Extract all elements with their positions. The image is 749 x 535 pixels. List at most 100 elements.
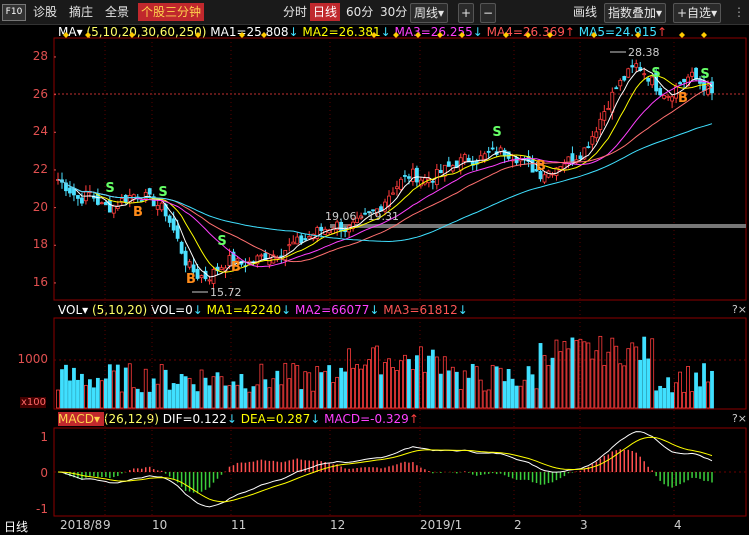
- stock-chart[interactable]: SBSBSBSBSBS28.3815.7219.06 - 19.31: [0, 0, 749, 535]
- candle-body: [622, 76, 627, 81]
- candle-body: [630, 65, 635, 68]
- signal-diamond: [503, 32, 509, 38]
- candle-body: [634, 63, 639, 68]
- volume-bar: [387, 358, 391, 409]
- candle-body: [147, 188, 152, 195]
- candle-body: [295, 236, 300, 245]
- volume-bar: [606, 351, 611, 409]
- volume-bar: [347, 348, 352, 409]
- range-annotation: 19.06 - 19.31: [325, 210, 399, 223]
- volume-bar: [72, 367, 76, 409]
- ma-line-30: [57, 86, 713, 263]
- volume-bar: [291, 363, 296, 409]
- signal-diamond: [701, 32, 707, 38]
- volume-bar: [614, 345, 619, 409]
- candle-body: [578, 155, 583, 160]
- buy-signal: B: [133, 205, 143, 220]
- volume-bar: [522, 379, 527, 409]
- volume-bar: [682, 391, 686, 409]
- volume-bar: [323, 370, 328, 409]
- volume-bar: [706, 381, 710, 409]
- volume-bar: [171, 383, 176, 409]
- volume-bar: [199, 369, 204, 409]
- volume-bar: [391, 367, 395, 409]
- volume-bar: [91, 387, 96, 409]
- signal-diamond: [129, 32, 135, 38]
- volume-bar: [219, 376, 224, 409]
- volume-bar: [490, 364, 495, 409]
- volume-bar: [335, 376, 340, 409]
- volume-bar: [454, 371, 459, 409]
- candle-body: [618, 79, 623, 87]
- volume-bar: [187, 377, 192, 409]
- candle-body: [191, 264, 196, 273]
- volume-bar: [530, 374, 535, 409]
- volume-bar: [626, 348, 631, 409]
- volume-bar: [367, 359, 371, 409]
- volume-bar: [662, 388, 667, 409]
- candle-body: [287, 244, 292, 247]
- volume-bar: [263, 379, 268, 409]
- volume-bar: [550, 357, 555, 409]
- volume-bar: [411, 368, 415, 409]
- volume-bar: [56, 389, 60, 409]
- candle-body: [391, 192, 395, 195]
- vol-panel-frame: [53, 317, 747, 410]
- candle-body: [626, 68, 631, 78]
- candle-body: [478, 155, 483, 163]
- candle-body: [259, 254, 264, 257]
- buy-signal: B: [678, 91, 688, 106]
- volume-bar: [167, 389, 172, 409]
- volume-bar: [303, 371, 308, 409]
- volume-bar: [227, 385, 232, 409]
- candle-body: [395, 186, 399, 190]
- candle-body: [490, 147, 495, 150]
- volume-bar: [223, 385, 228, 409]
- signal-diamond: [459, 32, 465, 38]
- volume-bar: [247, 391, 252, 409]
- candle-body: [486, 150, 491, 153]
- volume-bar: [407, 359, 411, 409]
- volume-bar: [538, 343, 543, 409]
- volume-bar: [143, 368, 148, 409]
- candle-body: [339, 221, 344, 232]
- volume-bar: [363, 364, 367, 409]
- candle-body: [670, 96, 675, 102]
- sell-signal: S: [158, 185, 167, 200]
- volume-bar: [111, 370, 116, 409]
- volume-bar: [486, 389, 491, 409]
- volume-bar: [646, 358, 651, 409]
- candle-body: [594, 131, 599, 139]
- volume-bar: [474, 366, 479, 409]
- volume-bar: [466, 377, 471, 409]
- volume-bar: [243, 388, 248, 409]
- sell-signal: S: [492, 125, 501, 140]
- candle-body: [570, 153, 575, 164]
- volume-bar: [383, 362, 387, 409]
- volume-bar: [183, 376, 188, 409]
- volume-bar: [99, 380, 104, 409]
- volume-bar: [179, 374, 184, 409]
- candle-body: [195, 268, 200, 279]
- volume-bar: [155, 383, 160, 409]
- candle-body: [68, 187, 72, 194]
- volume-bar: [526, 366, 531, 409]
- signal-diamond: [437, 32, 443, 38]
- volume-bar: [590, 358, 595, 409]
- candle-body: [319, 226, 324, 231]
- volume-bar: [422, 371, 427, 409]
- candle-body: [175, 225, 180, 239]
- candle-body: [99, 202, 104, 205]
- candle-body: [690, 71, 694, 77]
- volume-bar: [95, 377, 100, 409]
- volume-bar: [351, 367, 355, 409]
- volume-bar: [379, 374, 383, 409]
- volume-bar: [203, 377, 208, 409]
- volume-bar: [634, 346, 639, 409]
- signal-diamond: [547, 32, 553, 38]
- candle-body: [179, 241, 184, 254]
- candle-body: [107, 200, 112, 213]
- volume-bar: [283, 362, 288, 409]
- volume-bar: [343, 371, 348, 409]
- volume-bar: [690, 391, 694, 409]
